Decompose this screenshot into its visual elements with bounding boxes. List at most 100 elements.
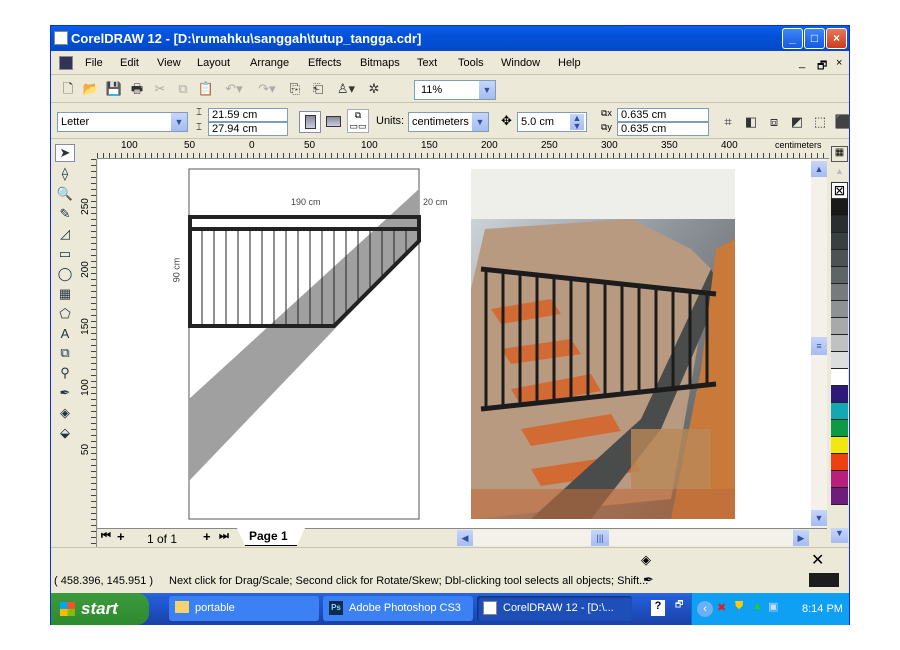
last-page-button[interactable]: ⏭ bbox=[219, 530, 229, 543]
menu-tools[interactable]: Tools bbox=[458, 57, 484, 69]
paste-icon[interactable]: 📋 bbox=[197, 80, 215, 98]
menu-edit[interactable]: Edit bbox=[120, 57, 139, 69]
add-page-after-button[interactable]: + bbox=[203, 529, 211, 544]
color-swatch[interactable] bbox=[831, 386, 848, 403]
menu-window[interactable]: Window bbox=[501, 57, 540, 69]
redo-icon[interactable]: ↷▾ bbox=[253, 80, 281, 98]
color-swatch[interactable] bbox=[831, 250, 848, 267]
vertical-ruler[interactable]: 250 200 150 100 50 bbox=[80, 159, 97, 549]
doc-close-button[interactable]: × bbox=[836, 57, 842, 69]
start-button[interactable]: start bbox=[51, 593, 149, 625]
page-width-input[interactable]: 21.59 cm bbox=[208, 108, 288, 122]
palette-scroll-up[interactable]: ▲ bbox=[831, 166, 848, 180]
chevron-down-icon[interactable]: ▼ bbox=[472, 113, 488, 131]
color-swatch[interactable] bbox=[831, 488, 848, 505]
fill-tool-icon[interactable]: ◈ bbox=[60, 405, 70, 421]
close-button[interactable]: × bbox=[826, 28, 847, 49]
draw-selection-icon[interactable]: ⬛ bbox=[834, 113, 852, 131]
rectangle-tool-icon[interactable]: ▭ bbox=[59, 246, 71, 262]
graph-paper-tool-icon[interactable]: ▦ bbox=[59, 286, 71, 302]
horizontal-scrollbar[interactable]: ◀ ||| ▶ bbox=[457, 530, 809, 546]
color-swatch[interactable] bbox=[831, 454, 848, 471]
freehand-tool-icon[interactable]: ✎ bbox=[60, 206, 71, 222]
zoom-tool-icon[interactable]: 🔍 bbox=[57, 186, 73, 202]
drawing-canvas[interactable]: 190 cm 20 cm 90 cm bbox=[98, 159, 811, 528]
text-tool-icon[interactable]: A bbox=[61, 326, 70, 341]
units-select[interactable]: centimeters ▼ bbox=[408, 112, 489, 132]
dynamic-guides-icon[interactable]: ◩ bbox=[788, 113, 806, 131]
copy-icon[interactable]: ⧉ bbox=[174, 80, 192, 98]
palette-options-icon[interactable]: ▦ bbox=[831, 146, 848, 162]
chevron-down-icon[interactable]: ▼ bbox=[171, 113, 187, 131]
menu-view[interactable]: View bbox=[157, 57, 181, 69]
restore-icon[interactable]: 🗗 bbox=[675, 597, 683, 613]
monitor-icon[interactable]: ▣ bbox=[768, 600, 778, 613]
snap-guidelines-icon[interactable]: ◧ bbox=[742, 113, 760, 131]
color-swatch[interactable] bbox=[831, 420, 848, 437]
warning-icon[interactable]: ▲ bbox=[752, 600, 763, 612]
cut-icon[interactable]: ✂ bbox=[151, 80, 169, 98]
first-page-button[interactable]: ⏮ bbox=[101, 530, 111, 543]
undo-icon[interactable]: ↶▾ bbox=[220, 80, 248, 98]
task-photoshop[interactable]: Ps Adobe Photoshop CS3 bbox=[323, 596, 473, 621]
menu-text[interactable]: Text bbox=[417, 57, 437, 69]
color-swatch[interactable] bbox=[831, 437, 848, 454]
menu-bitmaps[interactable]: Bitmaps bbox=[360, 57, 400, 69]
scroll-up-button[interactable]: ▲ bbox=[811, 161, 827, 177]
task-coreldraw[interactable]: CorelDRAW 12 - [D:\... bbox=[477, 596, 632, 621]
nudge-spinner[interactable]: ▲ ▼ bbox=[570, 114, 584, 131]
no-fill-swatch[interactable]: ⊠ bbox=[831, 182, 848, 199]
corel-online-icon[interactable]: ✲ bbox=[365, 80, 383, 98]
security-shield-icon[interactable]: ⛊ bbox=[735, 600, 743, 613]
zoom-select[interactable]: 11% ▼ bbox=[414, 80, 496, 100]
page-layout-button[interactable]: ⧉ ▭▭ bbox=[347, 109, 369, 133]
network-disconnected-icon[interactable]: ✖ bbox=[717, 601, 726, 614]
clock[interactable]: 8:14 PM bbox=[802, 603, 843, 615]
interactive-blend-tool-icon[interactable]: ⧉ bbox=[60, 345, 69, 361]
portrait-button[interactable] bbox=[299, 111, 321, 133]
basic-shapes-tool-icon[interactable]: ⬠ bbox=[59, 306, 70, 322]
export-icon[interactable]: ⎗ bbox=[309, 80, 327, 98]
interactive-fill-tool-icon[interactable]: ⬙ bbox=[60, 425, 70, 441]
menu-help[interactable]: Help bbox=[558, 57, 581, 69]
staircase-photo[interactable] bbox=[471, 169, 735, 519]
open-icon[interactable]: 📂 bbox=[82, 80, 100, 98]
print-icon[interactable]: 🖶 bbox=[128, 80, 146, 98]
color-swatch[interactable] bbox=[831, 233, 848, 250]
color-swatch[interactable] bbox=[831, 284, 848, 301]
paper-type-select[interactable]: Letter ▼ bbox=[57, 112, 188, 132]
outline-tool-icon[interactable]: ✒ bbox=[60, 385, 71, 401]
menu-arrange[interactable]: Arrange bbox=[250, 57, 289, 69]
color-swatch[interactable] bbox=[831, 335, 848, 352]
save-icon[interactable]: 💾 bbox=[105, 80, 123, 98]
color-swatch[interactable] bbox=[831, 471, 848, 488]
vertical-scrollbar[interactable]: ▲ ≡ ▼ bbox=[811, 159, 827, 528]
menu-file[interactable]: File bbox=[85, 57, 103, 69]
new-icon[interactable]: 🗋 bbox=[59, 80, 77, 98]
scroll-down-button[interactable]: ▼ bbox=[811, 510, 827, 526]
maximize-button[interactable]: □ bbox=[804, 28, 825, 49]
duplicate-x-input[interactable]: 0.635 cm bbox=[617, 108, 709, 122]
help-icon[interactable]: ? bbox=[651, 600, 665, 616]
doc-restore-button[interactable]: 🗗 bbox=[817, 57, 827, 76]
snap-grid-icon[interactable]: ⌗ bbox=[719, 113, 737, 131]
smart-fill-tool-icon[interactable]: ◿ bbox=[60, 226, 70, 242]
snap-objects-icon[interactable]: ⧈ bbox=[765, 113, 783, 131]
treat-as-filled-icon[interactable]: ⬚ bbox=[811, 113, 829, 131]
chevron-down-icon[interactable]: ▼ bbox=[479, 81, 495, 99]
scroll-thumb[interactable]: ≡ bbox=[811, 337, 827, 355]
color-swatch[interactable] bbox=[831, 216, 848, 233]
color-swatch[interactable] bbox=[831, 318, 848, 335]
color-swatch[interactable] bbox=[831, 403, 848, 420]
scroll-right-button[interactable]: ▶ bbox=[793, 530, 809, 546]
eyedropper-tool-icon[interactable]: ⚲ bbox=[60, 365, 70, 381]
color-swatch[interactable] bbox=[831, 267, 848, 284]
doc-minimize-button[interactable]: _ bbox=[799, 57, 805, 69]
menu-effects[interactable]: Effects bbox=[308, 57, 341, 69]
color-swatch[interactable] bbox=[831, 369, 848, 386]
tab-page-1[interactable]: Page 1 bbox=[237, 528, 305, 546]
duplicate-y-input[interactable]: 0.635 cm bbox=[617, 122, 709, 136]
add-page-before-button[interactable]: + bbox=[117, 529, 125, 544]
horizontal-ruler[interactable]: 100 50 0 50 100 150 200 250 300 350 400 … bbox=[97, 140, 829, 159]
palette-scroll-down[interactable]: ▼ bbox=[831, 528, 848, 543]
